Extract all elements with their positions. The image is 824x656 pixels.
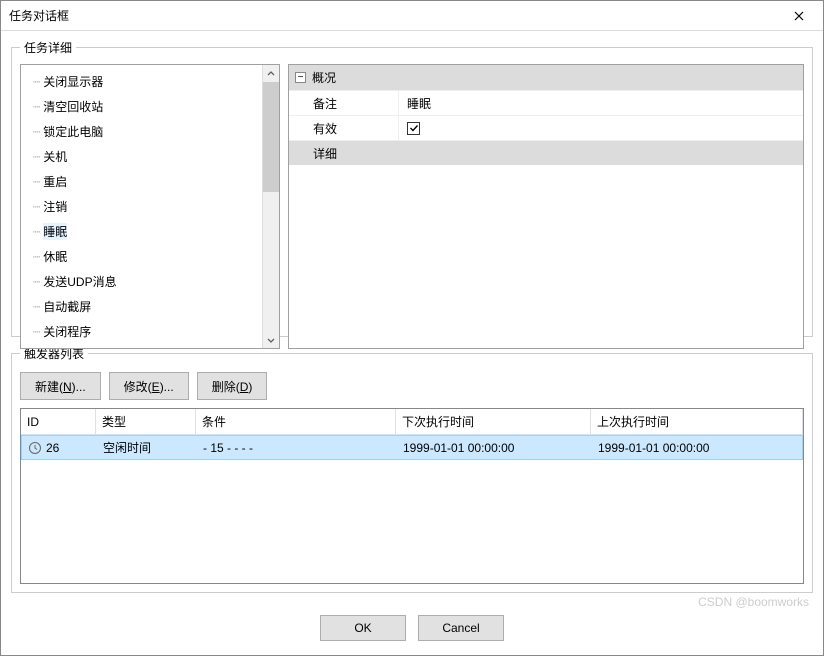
table-header: ID 类型 条件 下次执行时间 上次执行时间 bbox=[21, 409, 803, 435]
collapse-toggle[interactable]: − bbox=[295, 72, 306, 83]
property-grid: − 概况 备注 睡眠 有效 bbox=[288, 64, 804, 349]
trigger-toolbar: 新建(N)... 修改(E)... 删除(D) bbox=[20, 372, 804, 400]
col-header-next[interactable]: 下次执行时间 bbox=[396, 409, 591, 435]
detail-label: 详细 bbox=[289, 141, 399, 165]
close-icon bbox=[794, 11, 804, 21]
dialog-content: 任务详细 ┈ 关闭显示器 ┈ 清空回收站 ┈ 锁定此电脑 ┈ 关机 ┈ 重启 ┈ 注销 ┈ 睡眠 ┈ 休眠 ┈ 发… bbox=[1, 31, 823, 601]
chevron-up-icon bbox=[267, 70, 275, 78]
tree-item-label: 锁定此电脑 bbox=[43, 123, 103, 140]
dialog-footer: OK Cancel bbox=[1, 601, 823, 655]
tree-connector-icon: ┈ bbox=[33, 275, 39, 289]
table-row[interactable]: 26空闲时间- 15 - - - -1999-01-01 00:00:00199… bbox=[21, 435, 803, 460]
tree-item[interactable]: ┈ 锁定此电脑 bbox=[29, 119, 262, 144]
tree-item-label: 重启 bbox=[43, 173, 67, 190]
tree-item[interactable]: ┈ 清空回收站 bbox=[29, 94, 262, 119]
tree-item[interactable]: ┈ 关闭程序 bbox=[29, 319, 262, 344]
ok-button[interactable]: OK bbox=[320, 615, 406, 641]
tree-item[interactable]: ┈ 自动截屏 bbox=[29, 294, 262, 319]
cancel-button[interactable]: Cancel bbox=[418, 615, 504, 641]
tree-item[interactable]: ┈ 重启 bbox=[29, 169, 262, 194]
scroll-up-button[interactable] bbox=[263, 65, 279, 82]
task-details-group: 任务详细 ┈ 关闭显示器 ┈ 清空回收站 ┈ 锁定此电脑 ┈ 关机 ┈ 重启 ┈ 注销 ┈ 睡眠 ┈ 休眠 ┈ 发… bbox=[11, 39, 813, 337]
col-header-id[interactable]: ID bbox=[21, 409, 96, 435]
scrollbar-thumb[interactable] bbox=[263, 82, 279, 192]
tree-item-label: 关闭显示器 bbox=[43, 73, 103, 90]
cell-condition: - 15 - - - - bbox=[197, 441, 397, 455]
prop-category-overview[interactable]: − 概况 bbox=[289, 65, 803, 90]
tree-item[interactable]: ┈ 睡眠 bbox=[29, 219, 262, 244]
tree-connector-icon: ┈ bbox=[33, 300, 39, 314]
task-details-legend: 任务详细 bbox=[20, 39, 76, 56]
prop-row-valid[interactable]: 有效 bbox=[289, 115, 803, 140]
remark-value[interactable]: 睡眠 bbox=[399, 91, 803, 115]
tree-connector-icon: ┈ bbox=[33, 125, 39, 139]
cell-last-exec: 1999-01-01 00:00:00 bbox=[592, 441, 802, 455]
tree-item-label: 注销 bbox=[43, 198, 67, 215]
chevron-down-icon bbox=[267, 336, 275, 344]
tree-item-label: 关闭程序 bbox=[43, 323, 91, 340]
prop-row-remark[interactable]: 备注 睡眠 bbox=[289, 90, 803, 115]
valid-label: 有效 bbox=[289, 116, 399, 140]
tree-item-label: 自动截屏 bbox=[43, 298, 91, 315]
window-title: 任务对话框 bbox=[9, 7, 69, 24]
tree-connector-icon: ┈ bbox=[33, 175, 39, 189]
scrollbar-track[interactable] bbox=[263, 82, 279, 331]
tree-item[interactable]: ┈ 休眠 bbox=[29, 244, 262, 269]
col-header-last[interactable]: 上次执行时间 bbox=[591, 409, 803, 435]
remark-label: 备注 bbox=[289, 91, 399, 115]
tree-item[interactable]: ┈ 发送UDP消息 bbox=[29, 269, 262, 294]
tree-item-label: 关机 bbox=[43, 148, 67, 165]
tree-scrollbar[interactable] bbox=[262, 65, 279, 348]
tree-item-label: 睡眠 bbox=[43, 223, 67, 240]
clock-icon bbox=[28, 441, 42, 455]
trigger-list-group: 触发器列表 新建(N)... 修改(E)... 删除(D) ID 类型 条件 下… bbox=[11, 345, 813, 593]
col-header-condition[interactable]: 条件 bbox=[196, 409, 396, 435]
task-tree[interactable]: ┈ 关闭显示器 ┈ 清空回收站 ┈ 锁定此电脑 ┈ 关机 ┈ 重启 ┈ 注销 ┈ 睡眠 ┈ 休眠 ┈ 发送UDP消… bbox=[20, 64, 280, 349]
scroll-down-button[interactable] bbox=[263, 331, 279, 348]
valid-checkbox[interactable] bbox=[407, 122, 420, 135]
tree-item[interactable]: ┈ 注销 bbox=[29, 194, 262, 219]
cell-type: 空闲时间 bbox=[97, 439, 197, 456]
tree-item-label: 清空回收站 bbox=[43, 98, 103, 115]
close-button[interactable] bbox=[783, 4, 815, 28]
check-icon bbox=[409, 123, 419, 133]
tree-connector-icon: ┈ bbox=[33, 150, 39, 164]
tree-connector-icon: ┈ bbox=[33, 250, 39, 264]
col-header-type[interactable]: 类型 bbox=[96, 409, 196, 435]
task-dialog: 任务对话框 任务详细 ┈ 关闭显示器 ┈ 清空回收站 ┈ 锁定此电脑 ┈ 关机 ┈ 重启 ┈ 注销 ┈ 睡… bbox=[0, 0, 824, 656]
titlebar: 任务对话框 bbox=[1, 1, 823, 31]
tree-item[interactable]: ┈ 关闭显示器 bbox=[29, 69, 262, 94]
tree-connector-icon: ┈ bbox=[33, 200, 39, 214]
overview-label: 概况 bbox=[312, 69, 336, 86]
tree-item-label: 休眠 bbox=[43, 248, 67, 265]
delete-trigger-button[interactable]: 删除(D) bbox=[197, 372, 268, 400]
prop-category-detail[interactable]: 详细 bbox=[289, 140, 803, 165]
tree-item-label: 发送UDP消息 bbox=[43, 273, 116, 290]
cell-id: 26 bbox=[22, 441, 97, 455]
tree-connector-icon: ┈ bbox=[33, 75, 39, 89]
tree-connector-icon: ┈ bbox=[33, 325, 39, 339]
tree-item[interactable]: ┈ 关机 bbox=[29, 144, 262, 169]
new-trigger-button[interactable]: 新建(N)... bbox=[20, 372, 101, 400]
tree-connector-icon: ┈ bbox=[33, 100, 39, 114]
trigger-table: ID 类型 条件 下次执行时间 上次执行时间 26空闲时间- 15 - - - … bbox=[20, 408, 804, 584]
edit-trigger-button[interactable]: 修改(E)... bbox=[109, 372, 189, 400]
cell-next-exec: 1999-01-01 00:00:00 bbox=[397, 441, 592, 455]
tree-connector-icon: ┈ bbox=[33, 225, 39, 239]
